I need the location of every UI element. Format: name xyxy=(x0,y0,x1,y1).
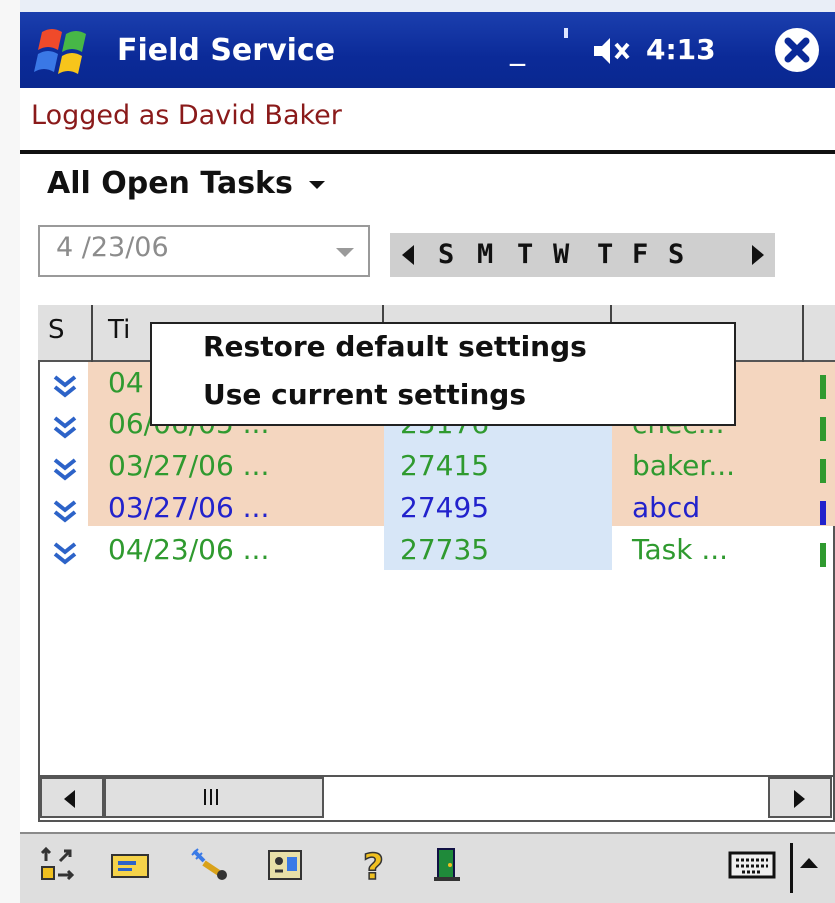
task-filter-dropdown[interactable]: All Open Tasks xyxy=(47,166,326,201)
top-strip xyxy=(0,0,835,12)
day-wed[interactable]: W xyxy=(553,233,569,277)
row-time: 04 xyxy=(108,366,144,399)
task-status-icon xyxy=(53,375,77,398)
scroll-left-button[interactable] xyxy=(40,777,104,818)
left-edge xyxy=(0,0,20,903)
sip-menu-up-icon[interactable] xyxy=(800,858,818,868)
row-edge-marker xyxy=(820,543,826,567)
date-dropdown-arrow-icon[interactable] xyxy=(336,248,354,257)
row-time: 03/27/06 ... xyxy=(108,449,270,482)
next-week-icon[interactable] xyxy=(752,245,764,265)
day-mon[interactable]: M xyxy=(477,233,493,277)
filter-label: All Open Tasks xyxy=(47,166,293,201)
day-thu[interactable]: T xyxy=(597,233,613,277)
close-button[interactable] xyxy=(775,28,819,72)
row-desc: abcd xyxy=(632,491,701,524)
prev-week-icon[interactable] xyxy=(402,245,414,265)
envelope-icon[interactable] xyxy=(110,845,150,885)
row-desc: Task ... xyxy=(632,533,729,566)
row-id: 27495 xyxy=(400,491,490,524)
task-status-icon xyxy=(53,542,77,565)
scroll-left-icon xyxy=(64,790,75,808)
scroll-right-button[interactable] xyxy=(768,777,832,818)
minimize-button[interactable]: _ xyxy=(510,28,536,72)
day-sat[interactable]: S xyxy=(668,233,684,277)
day-sun[interactable]: S xyxy=(438,233,454,277)
contacts-icon[interactable] xyxy=(265,845,305,885)
menu-item-use-current[interactable]: Use current settings xyxy=(203,378,526,411)
windows-flag-icon[interactable] xyxy=(34,26,94,78)
row-edge-marker xyxy=(820,501,826,525)
logged-user-label: Logged as David Baker xyxy=(31,100,342,131)
scroll-thumb[interactable] xyxy=(104,777,324,818)
app-title: Field Service xyxy=(117,33,336,68)
row-edge-marker xyxy=(820,459,826,483)
header-col-status[interactable] xyxy=(38,305,93,362)
sync-icon[interactable] xyxy=(38,845,78,885)
exit-door-icon[interactable] xyxy=(428,845,468,885)
task-status-icon xyxy=(53,500,77,523)
chevron-down-icon xyxy=(309,180,326,189)
close-icon xyxy=(777,30,817,70)
device-screen: Field Service _ 4:13 Logged as David Bak… xyxy=(0,0,835,903)
row-edge-marker xyxy=(820,417,826,441)
scroll-right-icon xyxy=(794,790,805,808)
menu-item-restore-defaults[interactable]: Restore default settings xyxy=(203,330,587,363)
day-fri[interactable]: F xyxy=(632,233,648,277)
row-id: 27415 xyxy=(400,449,490,482)
header-status-label: S xyxy=(48,315,65,345)
row-time: 03/27/06 ... xyxy=(108,491,270,524)
row-desc: baker... xyxy=(632,449,736,482)
day-tue[interactable]: T xyxy=(517,233,533,277)
signal-icon xyxy=(564,28,568,38)
row-edge-marker xyxy=(820,375,826,399)
scroll-grip-center xyxy=(210,789,212,805)
sip-separator xyxy=(790,843,793,893)
speaker-muted-icon[interactable] xyxy=(592,36,640,66)
wrench-icon[interactable] xyxy=(188,845,228,885)
header-separator xyxy=(20,150,835,154)
svg-text:?: ? xyxy=(363,847,384,885)
header-time-label: Ti xyxy=(108,315,131,345)
task-status-icon xyxy=(53,416,77,439)
help-icon[interactable]: ? xyxy=(355,845,395,885)
keyboard-icon[interactable] xyxy=(728,845,778,885)
clock[interactable]: 4:13 xyxy=(646,33,716,66)
date-picker-value: 4 /23/06 xyxy=(56,232,169,263)
task-status-icon xyxy=(53,458,77,481)
row-time: 04/23/06 ... xyxy=(108,533,270,566)
row-id: 27735 xyxy=(400,533,490,566)
